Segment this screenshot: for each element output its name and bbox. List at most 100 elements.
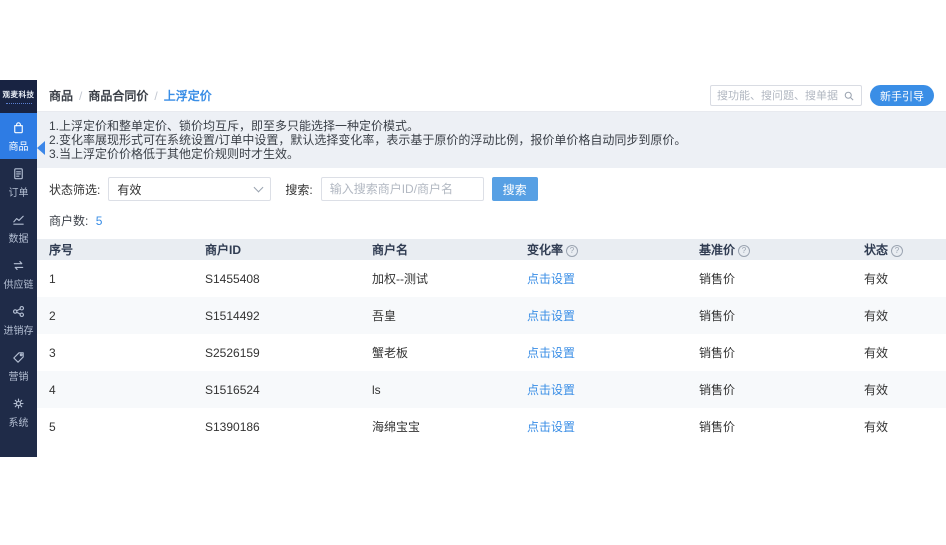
- cell-status: 有效: [852, 408, 946, 445]
- table-row: 4S1516524ls 点击设置 销售价有效: [37, 371, 946, 408]
- sidebar-item-data[interactable]: 数据: [0, 205, 37, 251]
- cell-status: 有效: [852, 297, 946, 334]
- table-row: 3S2526159蟹老板点击设置 销售价有效: [37, 334, 946, 371]
- cell-change-rate: 点击设置: [515, 371, 687, 408]
- column-header-base-price: 基准价?: [687, 239, 852, 260]
- cell-merchant-id: S1516524: [193, 371, 360, 408]
- sidebar-item-system[interactable]: 系统: [0, 389, 37, 435]
- table-body: 1S1455408加权--测试点击设置销售价有效2S1514492吾皇点击设置销…: [37, 260, 946, 445]
- logo-subtitle-line: [6, 102, 32, 104]
- app-window: 观麦科技 商品 订单 数据 供应链 进销存 营销 系统: [0, 80, 946, 457]
- cell-change-rate: 点击设置: [515, 408, 687, 445]
- sidebar-item-orders[interactable]: 订单: [0, 159, 37, 205]
- cell-seq: 5: [37, 408, 193, 445]
- notice-banner: 1.上浮定价和整单定价、锁价均互斥，即至多只能选择一种定价模式。 2.变化率展现…: [37, 112, 946, 168]
- topbar: 商品 / 商品合同价 / 上浮定价 新手引导: [37, 80, 946, 112]
- cell-base-price: 销售价: [687, 334, 852, 371]
- global-search-input[interactable]: [717, 90, 843, 102]
- cell-base-price: 销售价: [687, 297, 852, 334]
- search-filter-label: 搜索:: [285, 181, 312, 198]
- cell-merchant-name: 海绵宝宝: [360, 408, 515, 445]
- sidebar-item-supply-chain[interactable]: 供应链: [0, 251, 37, 297]
- column-header-merchant-name: 商户名: [360, 239, 515, 260]
- chevron-down-icon: [254, 183, 264, 193]
- status-filter-select[interactable]: 有效: [108, 177, 271, 201]
- merchant-search-input[interactable]: [321, 177, 484, 201]
- column-header-seq: 序号: [37, 239, 193, 260]
- sidebar-item-label: 数据: [9, 230, 29, 245]
- breadcrumb-current-markup-pricing: 上浮定价: [164, 87, 212, 104]
- status-filter-label: 状态筛选:: [49, 181, 100, 198]
- cell-merchant-id: S1455408: [193, 260, 360, 297]
- cell-merchant-id: S1514492: [193, 297, 360, 334]
- merchant-table: 序号 商户ID 商户名 变化率? 基准价? 状态? 1S1455408加权--测…: [37, 239, 946, 445]
- marketing-tag-icon: [11, 350, 26, 365]
- sidebar-item-marketing[interactable]: 营销: [0, 343, 37, 389]
- global-search-box: [710, 85, 862, 106]
- merchant-count-value: 5: [96, 214, 103, 228]
- breadcrumb-contract-price[interactable]: 商品合同价: [88, 87, 148, 104]
- logo-text: 观麦科技: [3, 89, 35, 100]
- cell-status: 有效: [852, 334, 946, 371]
- column-header-status: 状态?: [852, 239, 946, 260]
- supply-chain-arrows-icon: [11, 258, 26, 273]
- change-rate-setting-link[interactable]: 点击设置: [527, 346, 575, 360]
- breadcrumb-separator: /: [154, 89, 157, 103]
- change-rate-setting-link[interactable]: 点击设置: [527, 383, 575, 397]
- breadcrumb-goods[interactable]: 商品: [49, 87, 73, 104]
- cell-base-price: 销售价: [687, 260, 852, 297]
- filter-row: 状态筛选: 有效 搜索: 搜索: [37, 168, 946, 207]
- sidebar-item-label: 系统: [9, 414, 29, 429]
- status-filter-value: 有效: [117, 181, 255, 198]
- magnifier-icon[interactable]: [843, 90, 855, 102]
- cell-base-price: 销售价: [687, 408, 852, 445]
- help-icon[interactable]: ?: [891, 245, 903, 257]
- cell-change-rate: 点击设置: [515, 297, 687, 334]
- help-icon[interactable]: ?: [566, 245, 578, 257]
- search-button[interactable]: 搜索: [492, 177, 538, 201]
- sidebar-item-inventory[interactable]: 进销存: [0, 297, 37, 343]
- cell-status: 有效: [852, 260, 946, 297]
- order-document-icon: [11, 166, 26, 181]
- cell-status: 有效: [852, 371, 946, 408]
- sidebar-item-label: 供应链: [4, 276, 34, 291]
- cell-seq: 3: [37, 334, 193, 371]
- notice-line: 3.当上浮定价价格低于其他定价规则时才生效。: [49, 147, 934, 161]
- column-header-merchant-id: 商户ID: [193, 239, 360, 260]
- sidebar-item-label: 商品: [9, 138, 29, 153]
- breadcrumb: 商品 / 商品合同价 / 上浮定价: [49, 87, 212, 104]
- sidebar-item-label: 订单: [9, 184, 29, 199]
- merchant-count-row: 商户数: 5: [37, 207, 946, 239]
- table-header-row: 序号 商户ID 商户名 变化率? 基准价? 状态?: [37, 239, 946, 260]
- cell-seq: 4: [37, 371, 193, 408]
- cell-merchant-id: S2526159: [193, 334, 360, 371]
- sidebar: 观麦科技 商品 订单 数据 供应链 进销存 营销 系统: [0, 80, 37, 457]
- table-row: 5S1390186海绵宝宝点击设置销售价有效: [37, 408, 946, 445]
- cell-merchant-name: 蟹老板: [360, 334, 515, 371]
- cell-change-rate: 点击设置: [515, 334, 687, 371]
- cell-merchant-name: ls: [360, 371, 515, 408]
- line-chart-icon: [11, 212, 26, 227]
- sidebar-item-goods[interactable]: 商品: [0, 113, 37, 159]
- change-rate-setting-link[interactable]: 点击设置: [527, 420, 575, 434]
- cell-change-rate: 点击设置: [515, 260, 687, 297]
- cell-seq: 1: [37, 260, 193, 297]
- inventory-nodes-icon: [11, 304, 26, 319]
- notice-line: 1.上浮定价和整单定价、锁价均互斥，即至多只能选择一种定价模式。: [49, 119, 934, 133]
- active-menu-arrow-icon: [37, 141, 45, 155]
- merchant-count-label: 商户数:: [49, 214, 88, 228]
- table-row: 1S1455408加权--测试点击设置销售价有效: [37, 260, 946, 297]
- app-logo: 观麦科技: [0, 80, 37, 113]
- bag-icon: [11, 120, 26, 135]
- help-icon[interactable]: ?: [738, 245, 750, 257]
- newbie-guide-button[interactable]: 新手引导: [870, 85, 934, 106]
- change-rate-setting-link[interactable]: 点击设置: [527, 272, 575, 286]
- notice-line: 2.变化率展现形式可在系统设置/订单中设置，默认选择变化率，表示基于原价的浮动比…: [49, 133, 934, 147]
- sidebar-item-label: 营销: [9, 368, 29, 383]
- main-content: 商品 / 商品合同价 / 上浮定价 新手引导 1.上浮定价和整单定价、锁价均互斥…: [37, 80, 946, 457]
- table-row: 2S1514492吾皇点击设置销售价有效: [37, 297, 946, 334]
- change-rate-setting-link[interactable]: 点击设置: [527, 309, 575, 323]
- cell-base-price: 销售价: [687, 371, 852, 408]
- topbar-right: 新手引导: [710, 85, 934, 106]
- sidebar-item-label: 进销存: [4, 322, 34, 337]
